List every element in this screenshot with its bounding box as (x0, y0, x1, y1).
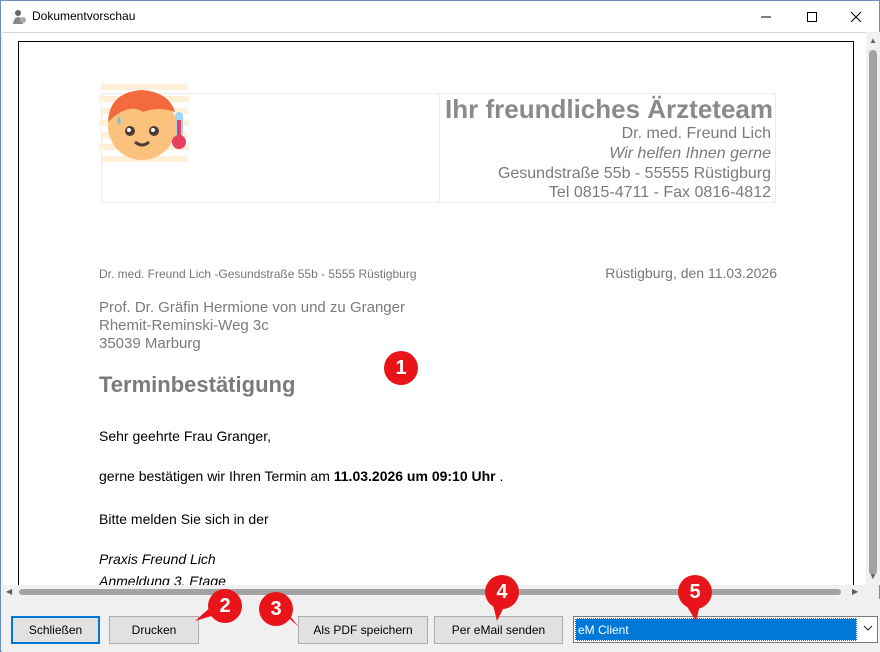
minimize-button[interactable] (743, 1, 789, 32)
recipient-street: Rhemit-Reminski-Weg 3c (99, 317, 269, 334)
recipient-name: Prof. Dr. Gräfin Hermione von und zu Gra… (99, 299, 405, 316)
callout-badge-5: 5 (678, 575, 712, 609)
sender-line: Dr. med. Freund Lich -Gesundstraße 55b -… (99, 267, 417, 281)
button-bar: Schließen Drucken Als PDF speichern Per … (2, 599, 880, 652)
horizontal-scrollbar[interactable]: ◀ ▶ (3, 585, 866, 599)
callout-badge-4: 4 (485, 575, 519, 609)
save-pdf-button[interactable]: Als PDF speichern (298, 616, 428, 644)
close-icon (851, 11, 861, 22)
floor-line: Anmeldung 3. Etage (99, 573, 226, 585)
callout-3-pointer (283, 613, 299, 627)
practice-contact: Tel 0815-4711 - Fax 0816-4812 (548, 184, 771, 201)
confirmation-line: gerne bestätigen wir Ihren Termin am 11.… (99, 468, 503, 484)
letter-page: Ihr freundliches Ärzteteam Dr. med. Freu… (18, 41, 854, 585)
scroll-right-icon[interactable]: ▶ (852, 587, 858, 597)
recipient-city: 35039 Marburg (99, 335, 201, 352)
callout-4-pointer (493, 605, 505, 621)
practice-address: Gesundstraße 55b - 55555 Rüstigburg (497, 165, 771, 182)
maximize-button[interactable] (789, 1, 835, 32)
salutation: Sehr geehrte Frau Granger, (99, 428, 271, 444)
print-button[interactable]: Drucken (109, 616, 199, 644)
email-client-selected: eM Client (575, 618, 857, 641)
register-text: Bitte melden Sie sich in der (99, 511, 269, 527)
appointment-datetime: 11.03.2026 um 09:10 Uhr (333, 468, 496, 484)
scroll-left-icon[interactable]: ◀ (6, 587, 12, 597)
preview-area[interactable]: Ihr freundliches Ärzteteam Dr. med. Freu… (3, 32, 866, 585)
email-client-select[interactable]: eM Client (573, 616, 878, 643)
callout-2-pointer (195, 605, 215, 621)
sick-face-logo (99, 84, 189, 162)
scroll-up-icon[interactable]: ▲ (869, 36, 877, 46)
doctor-name: Dr. med. Freund Lich (621, 125, 771, 142)
practice-line: Praxis Freund Lich (99, 551, 216, 567)
chevron-down-icon (863, 625, 873, 631)
place-date: Rüstigburg, den 11.03.2026 (605, 265, 777, 281)
slogan: Wir helfen Ihnen gerne (609, 145, 771, 162)
app-icon (13, 10, 26, 24)
maximize-icon (807, 11, 817, 22)
callout-5-pointer (686, 605, 700, 621)
letter-subject: Terminbestätigung (99, 372, 296, 397)
horizontal-scroll-thumb[interactable] (19, 589, 841, 595)
callout-badge-1: 1 (384, 351, 418, 385)
confirmation-suffix: . (495, 468, 504, 484)
letterhead: Ihr freundliches Ärzteteam Dr. med. Freu… (101, 93, 776, 203)
close-button[interactable]: Schließen (11, 616, 100, 644)
vertical-scroll-thumb[interactable] (869, 50, 877, 575)
close-window-button[interactable] (833, 1, 879, 32)
vertical-scrollbar[interactable]: ▲ ▼ (866, 32, 880, 585)
minimize-icon (761, 16, 771, 17)
scroll-down-icon[interactable]: ▼ (869, 572, 877, 582)
confirmation-prefix: gerne bestätigen wir Ihren Termin am (99, 468, 330, 484)
practice-name: Ihr freundliches Ärzteteam (445, 94, 773, 124)
document-preview-window: Dokumentvorschau Ihr freundliches Ärztet… (0, 0, 880, 652)
window-title: Dokumentvorschau (32, 9, 136, 23)
title-bar[interactable]: Dokumentvorschau (1, 1, 879, 32)
letterhead-divider (439, 94, 440, 202)
